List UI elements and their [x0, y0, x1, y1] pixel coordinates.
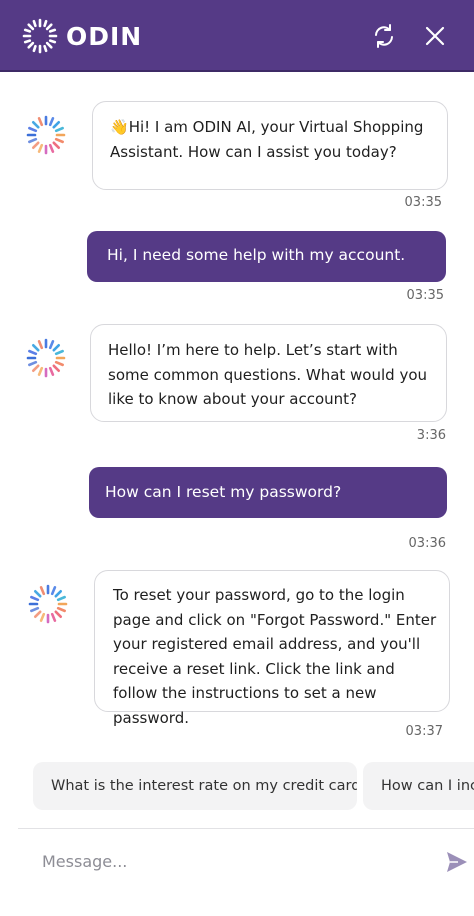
sunburst-ray	[54, 360, 64, 367]
message-text: Hello! I’m here to help. Let’s start wit…	[108, 341, 428, 408]
suggestion-label: How can I incr	[381, 778, 474, 794]
chat-header: ODIN	[0, 0, 474, 72]
odin-sunburst-icon	[26, 338, 66, 378]
sunburst-ray	[54, 610, 63, 619]
message-text: How can I reset my password?	[105, 483, 342, 501]
suggestion-chip[interactable]: How can I incr	[363, 762, 474, 810]
sunburst-ray	[52, 141, 61, 150]
refresh-button[interactable]	[368, 20, 400, 52]
sunburst-ray	[33, 589, 42, 598]
sunburst-ray	[48, 143, 55, 153]
suggestion-label: What is the interest rate on my credit c…	[51, 778, 357, 794]
odin-logo-icon	[22, 18, 58, 54]
sunburst-ray	[56, 595, 66, 602]
bot-avatar	[26, 338, 66, 378]
odin-sunburst-icon	[28, 584, 68, 624]
wave-emoji: 👋	[110, 118, 129, 136]
sunburst-ray	[30, 606, 40, 613]
bot-message: 👋Hi! I am ODIN AI, your Virtual Shopping…	[92, 101, 448, 190]
sunburst-ray	[48, 366, 55, 376]
sunburst-ray	[54, 126, 64, 133]
message-text: Hi! I am ODIN AI, your Virtual Shopping …	[110, 118, 424, 161]
sunburst-ray	[48, 340, 55, 350]
message-time: 03:35	[406, 288, 444, 303]
brand-name: ODIN	[66, 21, 143, 51]
message-time: 3:36	[416, 428, 446, 443]
sunburst-ray	[37, 340, 44, 350]
sunburst-ray	[56, 606, 66, 613]
refresh-icon	[375, 24, 393, 48]
sunburst-ray	[28, 360, 38, 367]
sunburst-ray	[31, 343, 40, 352]
sunburst-ray	[37, 117, 44, 127]
user-message: Hi, I need some help with my account.	[87, 231, 446, 282]
sunburst-ray	[39, 612, 46, 622]
message-text: To reset your password, go to the login …	[113, 586, 437, 727]
send-icon	[447, 852, 467, 872]
sunburst-ray	[30, 595, 40, 602]
message-time: 03:35	[404, 195, 442, 210]
sunburst-ray	[52, 343, 61, 352]
sunburst-ray	[37, 143, 44, 153]
composer-divider	[18, 828, 474, 829]
sunburst-ray	[31, 364, 40, 373]
sunburst-ray	[31, 141, 40, 150]
close-icon	[425, 26, 445, 46]
message-time: 03:37	[405, 724, 443, 739]
sunburst-ray	[37, 366, 44, 376]
sunburst-ray	[39, 586, 46, 596]
send-button[interactable]	[444, 849, 470, 875]
bot-avatar	[28, 584, 68, 624]
user-message: How can I reset my password?	[89, 467, 447, 518]
sunburst-ray	[28, 126, 38, 133]
message-text: Hi, I need some help with my account.	[107, 246, 406, 264]
sunburst-ray	[52, 120, 61, 129]
sunburst-ray	[54, 349, 64, 356]
sunburst-ray	[50, 612, 57, 622]
sunburst-ray	[52, 364, 61, 373]
message-time: 03:36	[408, 536, 446, 551]
odin-sunburst-icon	[26, 115, 66, 155]
sunburst-ray	[48, 117, 55, 127]
brand-logo: ODIN	[22, 17, 142, 55]
sunburst-ray	[31, 120, 40, 129]
close-button[interactable]	[419, 20, 451, 52]
sunburst-ray	[33, 610, 42, 619]
sunburst-ray	[54, 589, 63, 598]
bot-message: Hello! I’m here to help. Let’s start wit…	[90, 324, 447, 422]
bot-avatar	[26, 115, 66, 155]
sunburst-ray	[28, 349, 38, 356]
sunburst-ray	[54, 137, 64, 144]
message-input[interactable]	[42, 848, 422, 874]
suggestion-chip[interactable]: What is the interest rate on my credit c…	[33, 762, 357, 810]
sunburst-ray	[28, 137, 38, 144]
sunburst-ray	[50, 586, 57, 596]
bot-message: To reset your password, go to the login …	[94, 570, 450, 727]
